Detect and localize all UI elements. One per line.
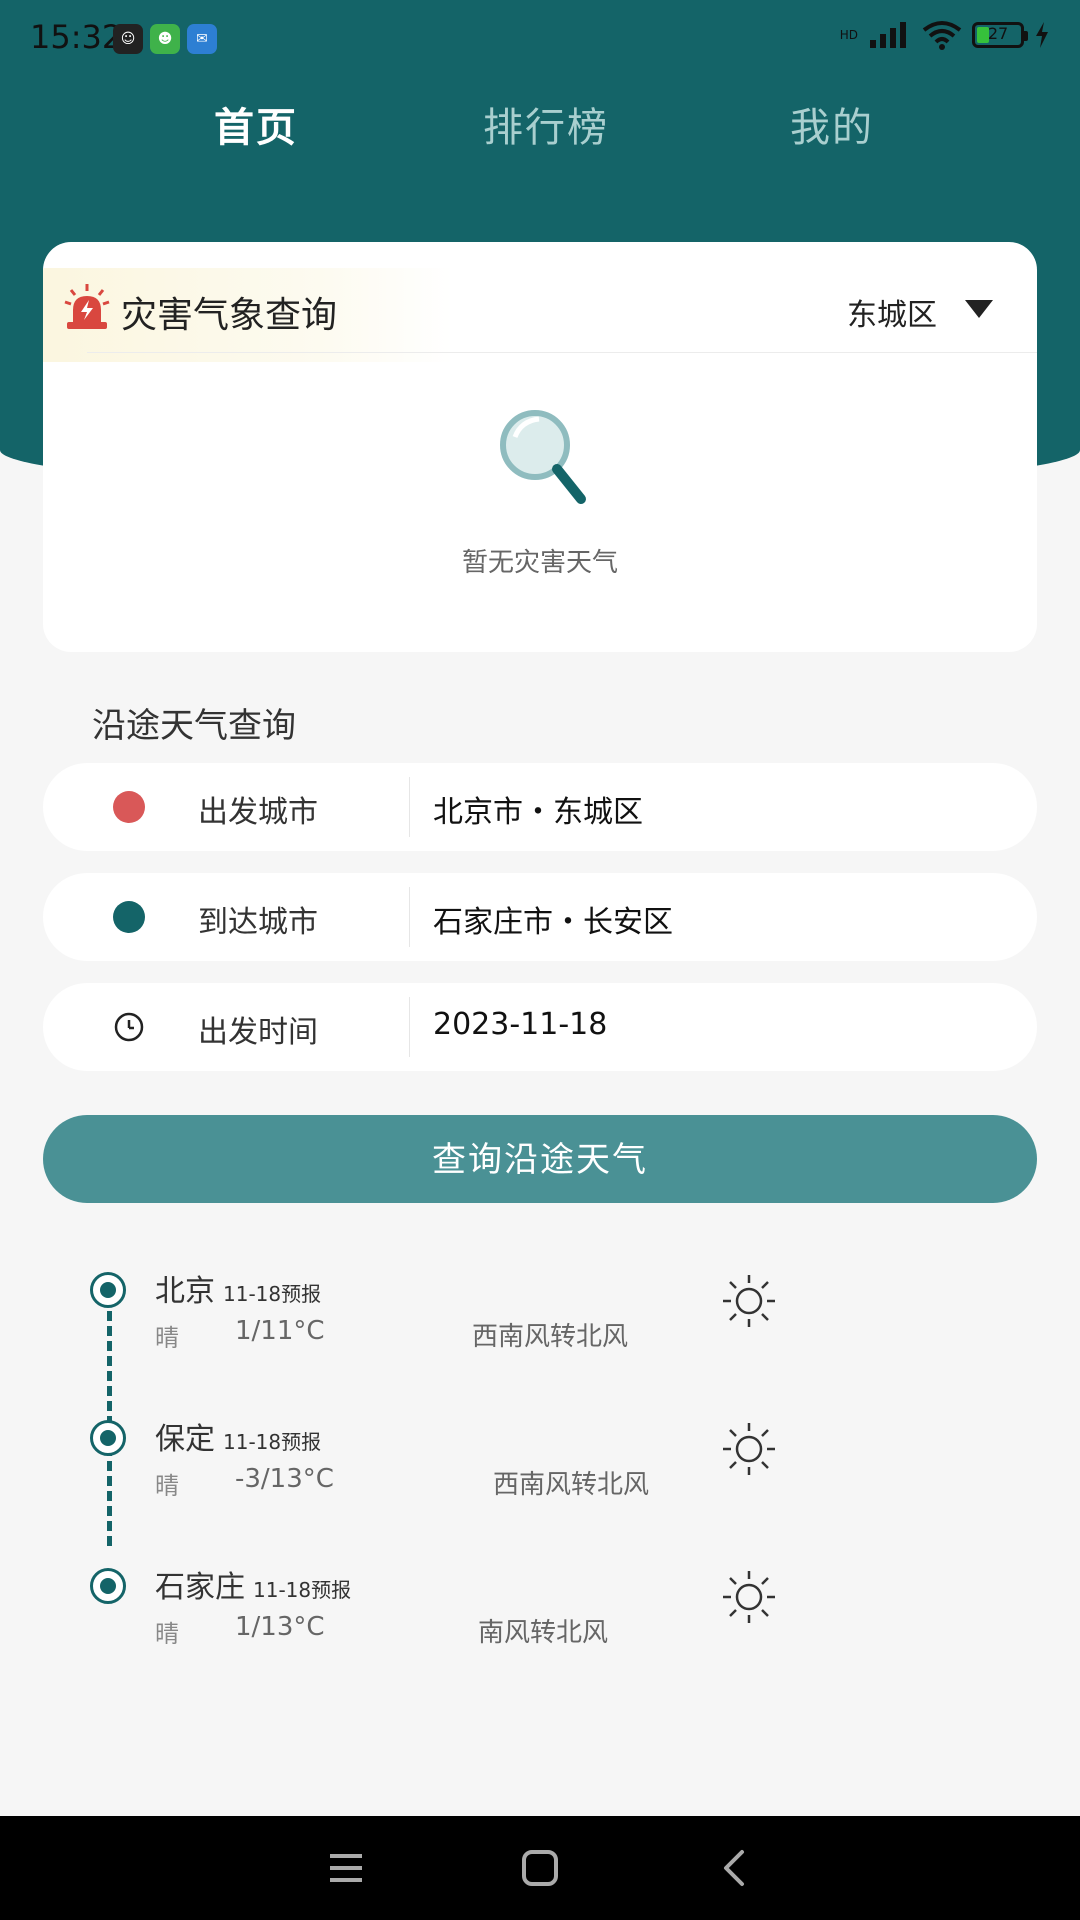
alarm-icon xyxy=(64,284,110,329)
departure-city-field[interactable]: 出发城市 北京市・东城区 xyxy=(43,763,1037,851)
battery-tip xyxy=(1024,31,1028,41)
system-nav-bar xyxy=(0,1816,1080,1920)
arrival-dot-icon xyxy=(113,901,145,933)
sunny-icon xyxy=(723,1423,775,1475)
back-icon[interactable] xyxy=(712,1846,756,1890)
tab-mine[interactable]: 我的 xyxy=(790,95,874,153)
stop-temp: 1/11°C xyxy=(235,1316,325,1346)
status-bar: 15:32 ☺ ☻ ✉ HD 27 xyxy=(0,0,1080,80)
field-separator xyxy=(409,887,410,947)
empty-state-text: 暂无灾害天气 xyxy=(461,548,618,578)
app-screen: 15:32 ☺ ☻ ✉ HD 27 首页 排行榜 我的 灾害气象查询 东城区 暂… xyxy=(0,0,1080,1920)
query-route-weather-button[interactable]: 查询沿途天气 xyxy=(43,1115,1037,1203)
stop-forecast: 11-18预报 xyxy=(223,1430,322,1454)
sunny-icon xyxy=(723,1275,775,1327)
field-separator xyxy=(409,777,410,837)
stop-forecast: 11-18预报 xyxy=(223,1282,322,1306)
app-notification-icon: ☺ xyxy=(113,24,143,54)
stop-wind: 南风转北风 xyxy=(478,1618,609,1648)
arrival-value[interactable]: 石家庄市・长安区 xyxy=(433,897,673,941)
stop-city: 北京 11-18预报 xyxy=(155,1274,322,1309)
route-section-title: 沿途天气查询 xyxy=(92,706,296,746)
stop-city: 石家庄 11-18预报 xyxy=(155,1570,352,1605)
disaster-weather-card: 灾害气象查询 东城区 暂无灾害天气 xyxy=(43,242,1037,652)
stop-temp: 1/13°C xyxy=(235,1612,325,1642)
app-notification-icon: ✉ xyxy=(187,24,217,54)
stop-weather: 晴 xyxy=(155,1324,179,1352)
magnifier-icon xyxy=(500,410,586,504)
menu-icon[interactable] xyxy=(324,1846,368,1890)
battery-text: 27 xyxy=(987,24,1009,43)
status-right: HD 27 xyxy=(840,20,1050,50)
stop-marker-icon xyxy=(90,1272,126,1308)
charging-icon xyxy=(1036,22,1048,48)
stop-city: 保定 11-18预报 xyxy=(155,1422,322,1457)
card-title: 灾害气象查询 xyxy=(121,295,338,336)
route-stop: 保定 11-18预报 晴 -3/13°C 西南风转北风 xyxy=(0,1410,1080,1530)
departure-time-field[interactable]: 出发时间 2023-11-18 xyxy=(43,983,1037,1071)
sunny-icon xyxy=(723,1571,775,1623)
app-notification-icon: ☻ xyxy=(150,24,180,54)
stop-weather: 晴 xyxy=(155,1472,179,1500)
stop-wind: 西南风转北风 xyxy=(472,1322,629,1352)
stop-temp: -3/13°C xyxy=(235,1464,334,1494)
field-separator xyxy=(409,997,410,1057)
departure-label: 出发城市 xyxy=(198,795,318,830)
stop-marker-icon xyxy=(90,1568,126,1604)
departure-value[interactable]: 北京市・东城区 xyxy=(433,787,643,831)
stop-forecast: 11-18预报 xyxy=(253,1578,352,1602)
top-tabs: 首页 排行榜 我的 xyxy=(0,95,1080,175)
status-time: 15:32 xyxy=(30,18,123,56)
clock-icon xyxy=(114,1012,144,1042)
card-divider xyxy=(87,352,1037,353)
time-value[interactable]: 2023-11-18 xyxy=(433,1007,607,1042)
arrival-label: 到达城市 xyxy=(198,905,318,940)
stop-wind: 西南风转北风 xyxy=(493,1470,650,1500)
departure-dot-icon xyxy=(113,791,145,823)
route-stop: 石家庄 11-18预报 晴 1/13°C 南风转北风 xyxy=(0,1558,1080,1678)
signal-icon xyxy=(870,22,906,48)
stop-weather: 晴 xyxy=(155,1620,179,1648)
battery-icon: 27 xyxy=(972,22,1028,48)
route-stop: 北京 11-18预报 晴 1/11°C 西南风转北风 xyxy=(0,1262,1080,1382)
time-label: 出发时间 xyxy=(198,1015,318,1050)
tab-ranking[interactable]: 排行榜 xyxy=(483,95,609,153)
network-type: HD xyxy=(839,28,858,42)
dropdown-arrow-icon[interactable] xyxy=(965,300,993,318)
arrival-city-field[interactable]: 到达城市 石家庄市・长安区 xyxy=(43,873,1037,961)
home-icon[interactable] xyxy=(518,1846,562,1890)
tab-home[interactable]: 首页 xyxy=(214,95,298,153)
stop-marker-icon xyxy=(90,1420,126,1456)
wifi-icon xyxy=(922,21,962,50)
district-select[interactable]: 东城区 xyxy=(847,290,937,334)
